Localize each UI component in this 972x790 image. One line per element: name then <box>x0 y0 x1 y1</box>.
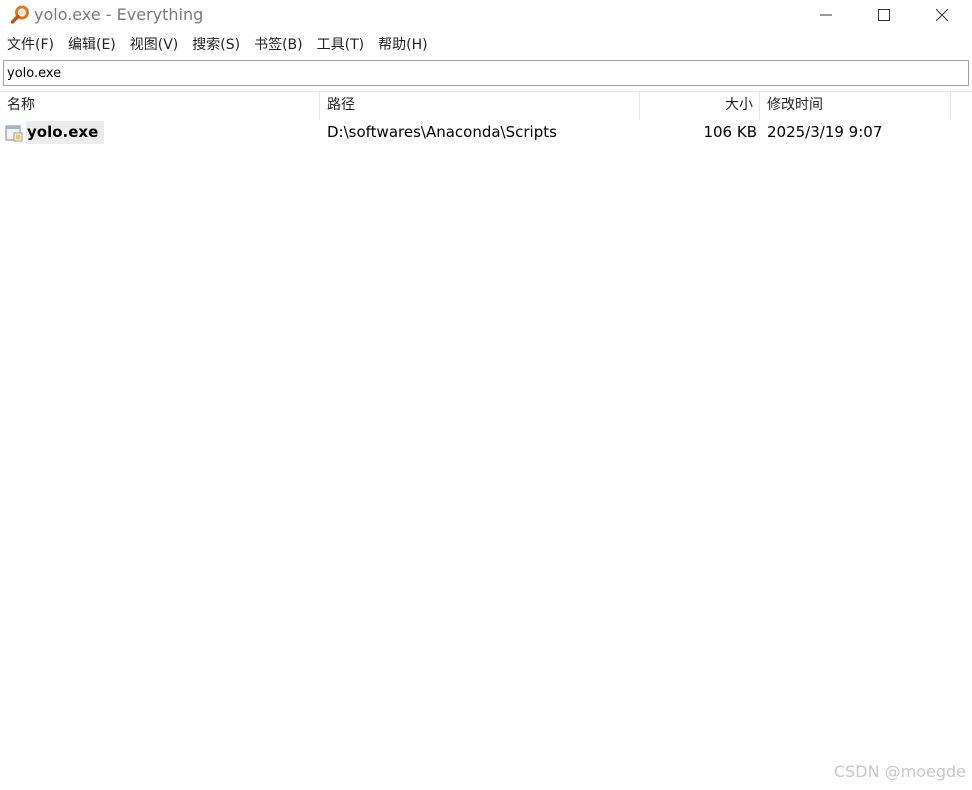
exe-file-icon <box>5 125 23 141</box>
table-row[interactable]: yolo.exe D:\softwares\Anaconda\Scripts 1… <box>0 120 972 145</box>
result-size: 106 KB <box>703 123 757 141</box>
result-name: yolo.exe <box>26 121 105 144</box>
menu-tools[interactable]: 工具(T) <box>310 34 371 56</box>
close-button[interactable] <box>913 0 971 30</box>
column-path[interactable]: 路径 <box>320 92 640 120</box>
minimize-icon <box>820 14 832 16</box>
search-bar <box>3 60 969 86</box>
search-input[interactable] <box>3 60 969 86</box>
menu-view[interactable]: 视图(V) <box>123 34 186 56</box>
column-modified[interactable]: 修改时间 <box>760 92 951 120</box>
menu-bookmarks[interactable]: 书签(B) <box>247 34 310 56</box>
maximize-icon <box>878 9 890 21</box>
menu-search[interactable]: 搜索(S) <box>185 34 247 56</box>
results-list: yolo.exe D:\softwares\Anaconda\Scripts 1… <box>0 120 972 145</box>
column-name[interactable]: 名称 <box>0 92 320 120</box>
menu-bar: 文件(F) 编辑(E) 视图(V) 搜索(S) 书签(B) 工具(T) 帮助(H… <box>0 34 435 56</box>
everything-window: yolo.exe - Everything 文件(F) 编辑(E) 视图(V) … <box>0 0 972 790</box>
minimize-button[interactable] <box>797 0 855 30</box>
close-icon <box>936 9 948 21</box>
maximize-button[interactable] <box>855 0 913 30</box>
result-name-cell: yolo.exe <box>5 120 105 145</box>
watermark: CSDN @moegde <box>833 762 966 781</box>
magnifier-icon <box>10 5 29 24</box>
column-size[interactable]: 大小 <box>640 92 760 120</box>
title-bar[interactable]: yolo.exe - Everything <box>0 0 972 30</box>
result-path: D:\softwares\Anaconda\Scripts <box>327 123 557 141</box>
menu-help[interactable]: 帮助(H) <box>371 34 434 56</box>
window-title: yolo.exe - Everything <box>34 5 204 24</box>
menu-file[interactable]: 文件(F) <box>0 34 61 56</box>
column-header: 名称 路径 大小 修改时间 <box>0 91 972 120</box>
result-modified: 2025/3/19 9:07 <box>767 123 883 141</box>
menu-edit[interactable]: 编辑(E) <box>61 34 123 56</box>
